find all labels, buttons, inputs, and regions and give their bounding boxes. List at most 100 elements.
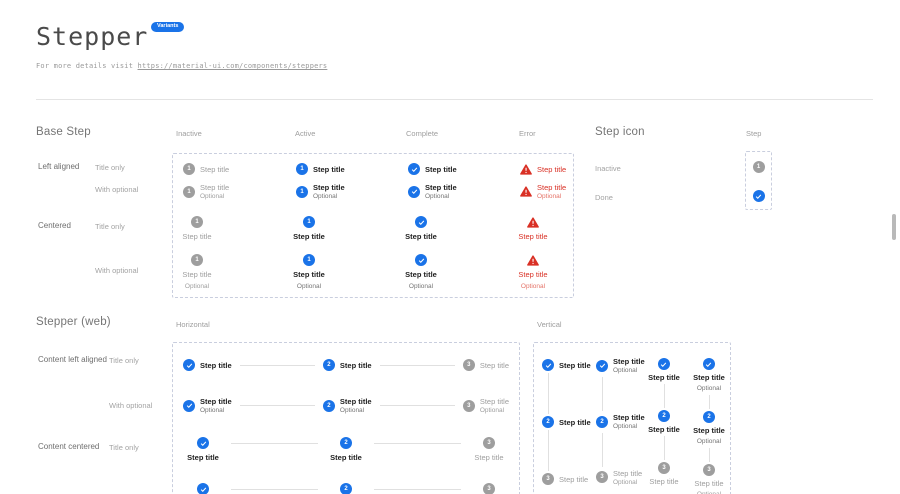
- stepper-step-complete[interactable]: Step titleOptional: [183, 397, 232, 415]
- step-number-circle-inactive: 3: [658, 462, 670, 474]
- step-number-circle-inactive: 1: [753, 161, 765, 173]
- stepper-step-active[interactable]: 2Step titleOptional: [326, 483, 366, 494]
- docs-link[interactable]: https://material-ui.com/components/stepp…: [138, 62, 328, 70]
- base-step-error-title-only[interactable]: Step title: [511, 216, 555, 241]
- vertical-stepper-canvas: Step title2Step title3Step titleStep tit…: [533, 342, 731, 494]
- row-sublabel-web-title-only: Title only: [109, 356, 139, 365]
- step-number-circle-inactive: 3: [463, 400, 475, 412]
- base-step-active-with-optional[interactable]: 1Step titleOptional: [287, 254, 331, 291]
- step-number-circle-active: 2: [703, 411, 715, 423]
- stepper-step-complete[interactable]: Step title: [648, 358, 680, 382]
- step-title-label: Step title: [200, 183, 229, 192]
- stepper-step-complete[interactable]: Step title: [542, 359, 591, 371]
- step-optional-label: Optional: [613, 423, 645, 431]
- stepper-step-inactive[interactable]: 3Step titleOptional: [463, 397, 509, 415]
- step-number-circle-inactive: 3: [596, 471, 608, 483]
- base-step-complete-title-only[interactable]: Step title: [408, 163, 457, 175]
- stepper-step-active[interactable]: 2 Step title: [542, 416, 591, 428]
- step-number-circle-inactive: 1: [191, 216, 203, 228]
- stepper-step-inactive[interactable]: 3Step titleOptional: [694, 464, 723, 494]
- base-step-active-with-optional[interactable]: 1Step titleOptional: [296, 183, 345, 201]
- stepper-step-active[interactable]: 2Step titleOptional: [596, 413, 645, 431]
- step-title-label: Step title: [330, 453, 362, 462]
- row-sublabel-with-optional: With optional: [95, 185, 138, 194]
- step-title-label: Step title: [200, 361, 232, 370]
- step-number-circle-inactive: 1: [183, 186, 195, 198]
- step-optional-label: Optional: [200, 193, 229, 201]
- step-title-label: Step title: [340, 397, 372, 406]
- step-optional-label: Optional: [297, 283, 321, 291]
- variants-badge[interactable]: Variants: [151, 22, 184, 32]
- row-label-content-left-aligned: Content left aligned: [38, 355, 107, 364]
- stepper-step-inactive[interactable]: 3Step titleOptional: [596, 469, 642, 487]
- step-number-circle-inactive: 3: [483, 483, 495, 494]
- base-step-active-title-only[interactable]: 1 Step title: [287, 216, 331, 241]
- step-title-label: Step title: [559, 475, 588, 484]
- step-optional-label: Optional: [613, 479, 642, 487]
- step-number-circle-active: 2: [323, 400, 335, 412]
- base-step-inactive-title-only[interactable]: 1Step title: [175, 216, 219, 241]
- stepper-step-complete[interactable]: Step titleOptional: [693, 358, 725, 393]
- step-number-circle-inactive: 1: [183, 163, 195, 175]
- step-connector: [374, 489, 461, 490]
- step-number-circle-inactive: 3: [542, 473, 554, 485]
- base-step-inactive-with-optional[interactable]: 1Step titleOptional: [175, 254, 219, 291]
- step-number-circle-active: 2: [542, 416, 554, 428]
- step-connector: [240, 365, 315, 366]
- base-step-complete-title-only[interactable]: Step title: [399, 216, 443, 241]
- base-step-inactive-with-optional[interactable]: 1 Step titleOptional: [183, 183, 229, 201]
- stepper-step-active[interactable]: 2Step title: [326, 437, 366, 462]
- column-header-inactive: Inactive: [176, 129, 202, 138]
- step-connector: [709, 395, 710, 409]
- stepper-step-inactive[interactable]: 3 Step title: [542, 473, 588, 485]
- stepper-step-complete[interactable]: Step title: [183, 359, 232, 371]
- step-connector: [602, 433, 603, 467]
- row-label-inactive: Inactive: [595, 164, 621, 173]
- step-optional-label: Optional: [425, 193, 457, 201]
- stepper-step-active[interactable]: 2Step title: [323, 359, 372, 371]
- step-number-circle-active: 1: [303, 216, 315, 228]
- step-title-label: Step title: [425, 165, 457, 174]
- step-connector: [548, 373, 549, 414]
- check-circle-icon: [703, 358, 715, 370]
- step-number-circle-inactive: 3: [483, 437, 495, 449]
- stepper-step-inactive[interactable]: 3Step title: [463, 359, 509, 371]
- base-step-complete-with-optional[interactable]: Step titleOptional: [399, 254, 443, 291]
- step-title-label: Step title: [200, 397, 232, 406]
- stepper-step-complete[interactable]: Step title: [183, 437, 223, 462]
- step-title-label: Step title: [474, 453, 503, 462]
- base-step-error-title-only[interactable]: Step title: [520, 163, 566, 175]
- base-step-inactive-title-only[interactable]: 1Step title: [183, 163, 229, 175]
- column-header-vertical: Vertical: [537, 320, 562, 329]
- scrollbar-thumb[interactable]: [892, 214, 896, 240]
- step-title-label: Step title: [425, 183, 457, 192]
- stepper-step-complete[interactable]: Step titleOptional: [183, 483, 223, 494]
- stepper-step-inactive[interactable]: 3 Step title: [469, 437, 509, 462]
- base-step-error-with-optional[interactable]: Step titleOptional: [520, 183, 566, 201]
- stepper-step-inactive[interactable]: 3Step titleOptional: [469, 483, 509, 494]
- stepper-step-inactive[interactable]: 3 Step title: [649, 462, 678, 486]
- step-icon-inactive[interactable]: 1: [753, 161, 765, 173]
- base-step-complete-with-optional[interactable]: Step titleOptional: [408, 183, 457, 201]
- step-number-circle-active: 1: [303, 254, 315, 266]
- stepper-step-active[interactable]: 2Step titleOptional: [693, 411, 725, 446]
- step-icon-canvas: 1: [745, 151, 772, 210]
- step-title-label: Step title: [480, 361, 509, 370]
- base-step-active-title-only[interactable]: 1Step title: [296, 163, 345, 175]
- subtitle-text: For more details visit: [36, 62, 138, 70]
- warning-triangle-icon: [520, 163, 532, 175]
- step-icon-complete[interactable]: [753, 190, 765, 202]
- page-title: Stepper: [36, 22, 148, 51]
- stepper-step-active[interactable]: 2Step titleOptional: [323, 397, 372, 415]
- stepper-step-active[interactable]: 2Step title: [648, 410, 680, 434]
- step-title-label: Step title: [649, 477, 678, 486]
- step-title-label: Step title: [613, 357, 645, 366]
- step-optional-label: Optional: [521, 283, 545, 291]
- base-step-error-with-optional[interactable]: Step titleOptional: [511, 254, 555, 291]
- step-number-circle-active: 2: [340, 483, 352, 494]
- step-title-label: Step title: [293, 232, 325, 241]
- step-connector: [374, 443, 461, 444]
- base-step-heading: Base Step: [36, 126, 91, 138]
- step-title-label: Step title: [559, 418, 591, 427]
- stepper-step-complete[interactable]: Step titleOptional: [596, 357, 645, 375]
